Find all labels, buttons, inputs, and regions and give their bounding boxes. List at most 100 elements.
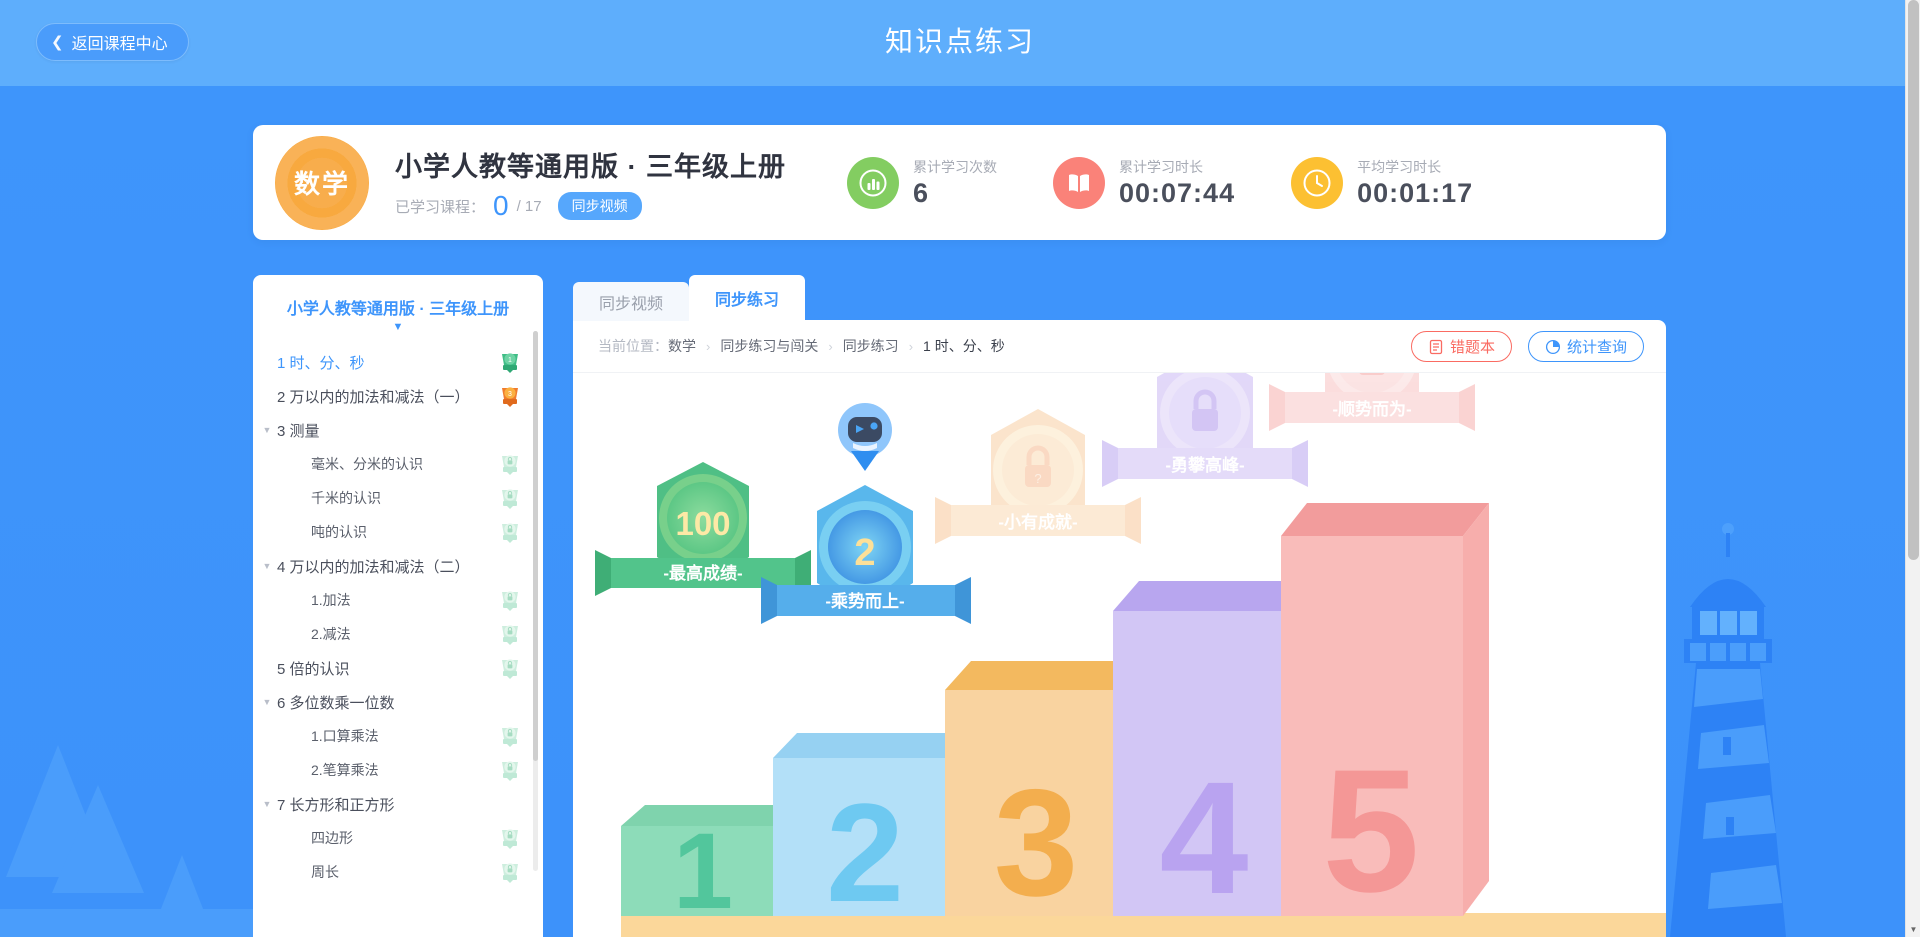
course-info-card: 数学 小学人教等通用版 · 三年级上册 已学习课程： 0 / 17 同步视频 累… xyxy=(253,125,1666,240)
tab-sync-video[interactable]: 同步视频 xyxy=(573,282,690,321)
sidebar-item-label: 2.减法 xyxy=(311,626,351,642)
svg-text:100: 100 xyxy=(675,505,730,542)
medal-locked-icon xyxy=(502,659,518,679)
sidebar-item-label: 千米的认识 xyxy=(311,490,381,506)
svg-text:1: 1 xyxy=(508,357,512,364)
bar-chart-icon xyxy=(847,156,899,209)
sidebar-item-label: 1.加法 xyxy=(311,592,351,608)
sidebar-title[interactable]: 小学人教等通用版 · 三年级上册 xyxy=(263,295,533,319)
breadcrumb-item-practice-challenge[interactable]: 同步练习与闯关 xyxy=(720,336,818,356)
course-progress: 已学习课程： 0 / 17 同步视频 xyxy=(395,192,825,220)
page-title: 知识点练习 xyxy=(884,26,1035,57)
sidebar-item-medal xyxy=(499,520,521,544)
panel-actions: 错题本 统计查询 xyxy=(1410,331,1644,362)
sidebar-item-10[interactable]: 5 倍的认识 xyxy=(253,651,543,685)
book-icon xyxy=(1053,156,1105,209)
main-content-panel: 当前位置： 数学 › 同步练习与闯关 › 同步练习 › 1 时、分、秒 错题本 xyxy=(573,320,1666,937)
sidebar-item-label: 1 时、分、秒 xyxy=(277,354,365,372)
podium-number-3: 3 xyxy=(994,758,1079,928)
progress-label: 已学习课程： xyxy=(395,198,486,216)
sidebar-item-6[interactable]: 吨的认识 xyxy=(253,515,543,549)
sidebar-item-5[interactable]: 千米的认识 xyxy=(253,481,543,515)
sidebar-item-label: 7 长方形和正方形 xyxy=(277,796,395,814)
breadcrumb-item-sync-practice[interactable]: 同步练习 xyxy=(843,336,899,356)
podium-number-5: 5 xyxy=(1322,734,1419,929)
stat-total-duration: 累计学习时长 00:07:44 xyxy=(1053,156,1236,209)
stat-value: 00:07:44 xyxy=(1119,177,1236,208)
pie-chart-icon xyxy=(1545,339,1561,354)
medal-locked-icon xyxy=(502,863,518,883)
statistics-query-button[interactable]: 统计查询 xyxy=(1527,331,1644,362)
scroll-down-arrow-icon[interactable]: ▼ xyxy=(1906,921,1920,937)
sidebar-item-label: 周长 xyxy=(311,864,339,880)
sync-video-tag[interactable]: 同步视频 xyxy=(557,192,642,220)
stat-value: 00:01:17 xyxy=(1357,177,1474,208)
chevron-down-icon[interactable]: ▼ xyxy=(263,321,533,333)
progress-total: / 17 xyxy=(516,197,542,215)
sidebar-item-label: 4 万以内的加法和减法（二） xyxy=(277,558,470,576)
sidebar-item-15[interactable]: 四边形 xyxy=(253,821,543,855)
sidebar-item-medal xyxy=(499,860,521,884)
medal-orange-3-icon: 3 xyxy=(502,387,518,407)
chevron-down-icon[interactable]: ▼ xyxy=(259,799,275,809)
sidebar-item-label: 1.口算乘法 xyxy=(311,728,379,744)
chapter-sidebar: 小学人教等通用版 · 三年级上册 ▼ 1 时、分、秒 1 2 万以内的加法和减法（一… xyxy=(253,275,543,937)
sidebar-item-11[interactable]: ▼ 6 多位数乘一位数 xyxy=(253,685,543,719)
wrong-question-book-button[interactable]: 错题本 xyxy=(1410,331,1512,362)
chevron-down-icon[interactable]: ▼ xyxy=(259,697,275,707)
breadcrumb-prefix: 当前位置： xyxy=(598,338,668,354)
sidebar-item-4[interactable]: 毫米、分米的认识 xyxy=(253,447,543,481)
sidebar-item-12[interactable]: 1.口算乘法 xyxy=(253,719,543,753)
sidebar-item-label: 3 测量 xyxy=(277,422,320,440)
medal-green-1-icon: 1 xyxy=(502,353,518,373)
page-scrollbar-thumb[interactable] xyxy=(1908,0,1919,560)
stat-label: 平均学习时长 xyxy=(1357,158,1442,175)
sidebar-item-7[interactable]: ▼ 4 万以内的加法和减法（二） xyxy=(253,549,543,583)
podium-number-2: 2 xyxy=(826,774,904,931)
top-bar: ❮ 返回课程中心 知识点练习 xyxy=(0,0,1920,86)
stat-average-duration: 平均学习时长 00:01:17 xyxy=(1291,156,1474,209)
stat-label: 累计学习次数 xyxy=(913,158,997,175)
tab-sync-practice[interactable]: 同步练习 xyxy=(689,275,806,321)
sidebar-item-medal xyxy=(499,724,521,748)
breadcrumb-item-current: 1 时、分、秒 xyxy=(923,338,1005,354)
statistics-query-label: 统计查询 xyxy=(1566,339,1627,356)
breadcrumb-item-subject[interactable]: 数学 xyxy=(668,336,696,356)
sidebar-item-8[interactable]: 1.加法 xyxy=(253,583,543,617)
course-name: 小学人教等通用版 · 三年级上册 xyxy=(395,152,786,182)
medal-locked-icon xyxy=(502,591,518,611)
sidebar-item-medal: 1 xyxy=(499,350,521,374)
svg-text:-乘势而上-: -乘势而上- xyxy=(825,591,904,611)
chevron-down-icon[interactable]: ▼ xyxy=(259,561,275,571)
sidebar-scrollbar[interactable] xyxy=(533,331,538,871)
tab-bar: 同步视频 同步练习 xyxy=(573,275,806,321)
chevron-down-icon[interactable]: ▼ xyxy=(259,425,275,435)
page-scrollbar[interactable]: ▼ xyxy=(1905,0,1920,937)
svg-text:2: 2 xyxy=(854,532,875,574)
medal-locked-icon xyxy=(502,489,518,509)
stats-group: 累计学习次数 6 累计学习时长 00:07:44 平均学习时长 00:01:17 xyxy=(847,156,1474,209)
sidebar-item-1[interactable]: 1 时、分、秒 1 xyxy=(253,345,543,379)
sidebar-item-medal xyxy=(499,758,521,782)
course-summary: 小学人教等通用版 · 三年级上册 已学习课程： 0 / 17 同步视频 xyxy=(395,145,825,220)
sidebar-item-9[interactable]: 2.减法 xyxy=(253,617,543,651)
breadcrumb-separator-icon: › xyxy=(828,338,833,354)
sidebar-item-label: 2 万以内的加法和减法（一） xyxy=(277,388,470,406)
breadcrumb-separator-icon: › xyxy=(908,338,914,354)
sidebar-scrollbar-thumb[interactable] xyxy=(533,331,538,761)
sidebar-item-14[interactable]: ▼ 7 长方形和正方形 xyxy=(253,787,543,821)
wrong-question-book-label: 错题本 xyxy=(1449,339,1495,356)
sidebar-item-medal xyxy=(499,622,521,646)
sidebar-item-13[interactable]: 2.笔算乘法 xyxy=(253,753,543,787)
medal-locked-icon xyxy=(502,761,518,781)
sidebar-list: 1 时、分、秒 1 2 万以内的加法和减法（一） 3 ▼ 3 测量 毫米、分米的认识 千米的认… xyxy=(253,337,543,937)
sidebar-item-16[interactable]: 周长 xyxy=(253,855,543,889)
achievement-stage: 1 2 3 4 5 100 -最高成绩- 2 -乘势而上- ? -小有成就- -… xyxy=(573,373,1666,937)
podium-number-4: 4 xyxy=(1160,748,1249,927)
sidebar-item-medal xyxy=(499,826,521,850)
sidebar-item-label: 毫米、分米的认识 xyxy=(311,456,423,472)
podium-illustration: 1 2 3 4 5 100 -最高成绩- 2 -乘势而上- ? -小有成就- -… xyxy=(595,373,1666,937)
sidebar-item-2[interactable]: 2 万以内的加法和减法（一） 3 xyxy=(253,379,543,413)
breadcrumb-separator-icon: › xyxy=(706,338,711,354)
sidebar-item-3[interactable]: ▼ 3 测量 xyxy=(253,413,543,447)
